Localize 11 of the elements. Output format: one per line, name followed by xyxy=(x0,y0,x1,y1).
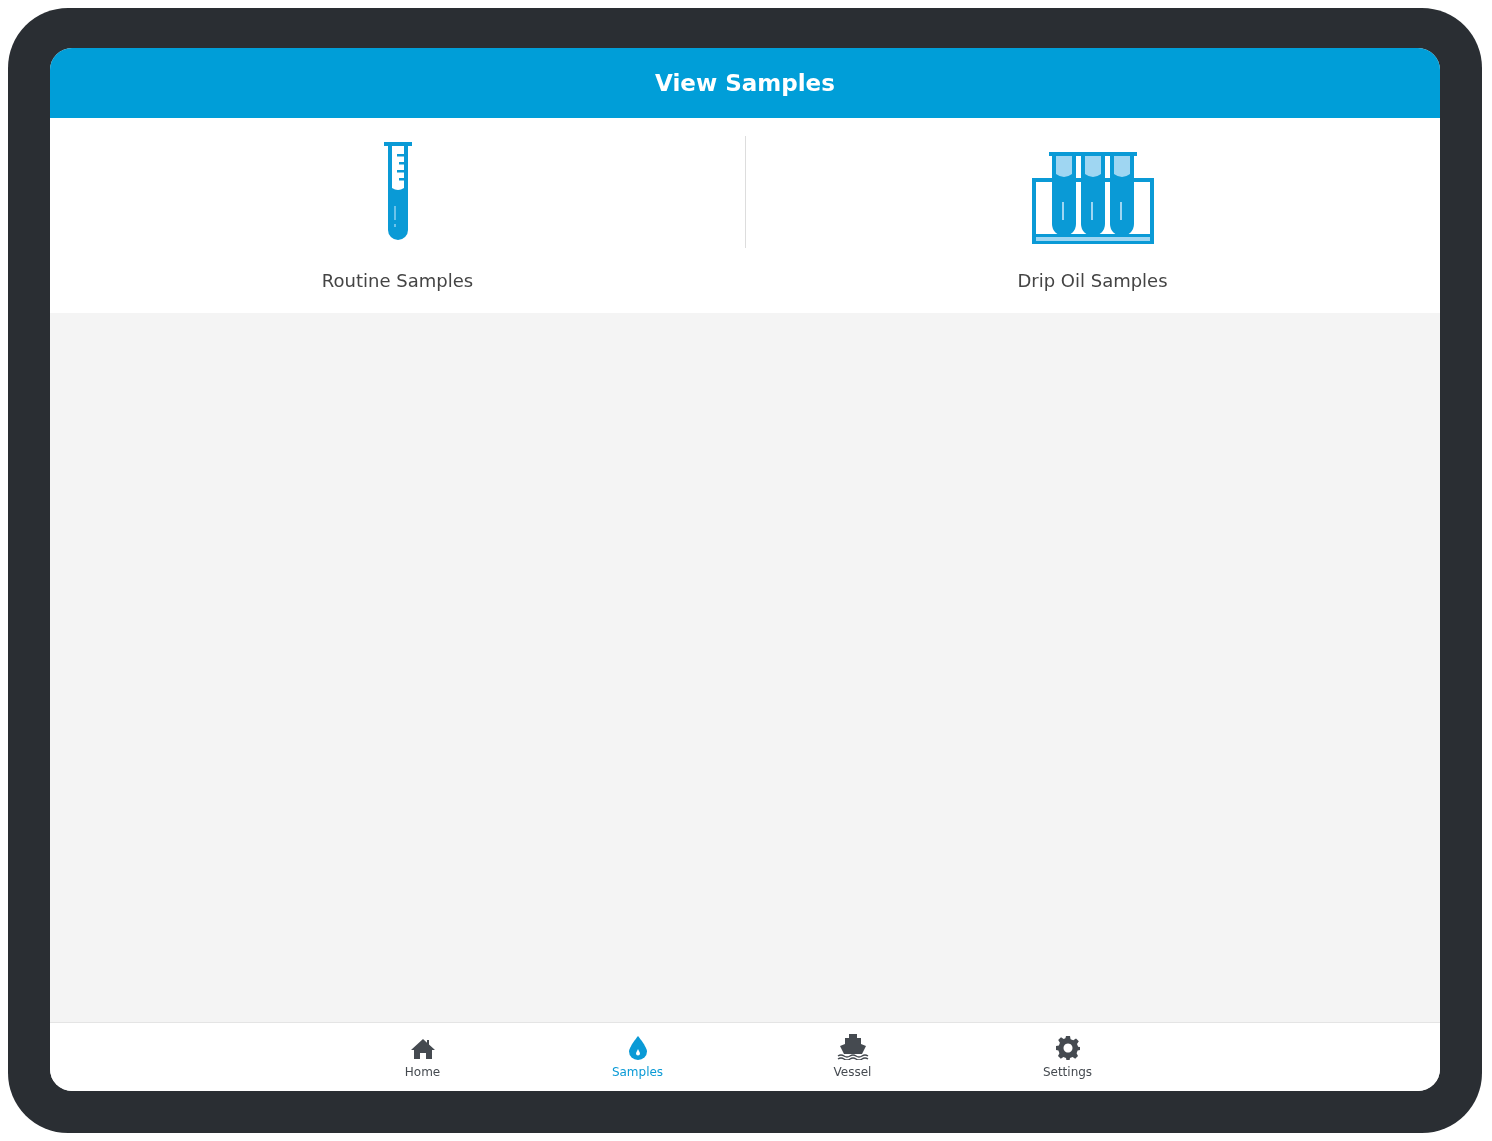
settings-icon xyxy=(1055,1036,1080,1060)
test-tube-rack-icon xyxy=(1031,152,1154,244)
nav-tab[interactable]: Home xyxy=(315,1023,530,1091)
nav-tab[interactable]: Vessel xyxy=(745,1023,960,1091)
ship-icon xyxy=(836,1034,869,1060)
page-title: View Samples xyxy=(655,70,835,96)
sample-option[interactable]: Routine Samples xyxy=(50,118,745,313)
sample-option[interactable]: Drip Oil Samples xyxy=(745,118,1440,313)
water-drop-icon xyxy=(628,1036,647,1060)
home-icon xyxy=(409,1038,436,1060)
nav-tab[interactable]: Settings xyxy=(960,1023,1175,1091)
